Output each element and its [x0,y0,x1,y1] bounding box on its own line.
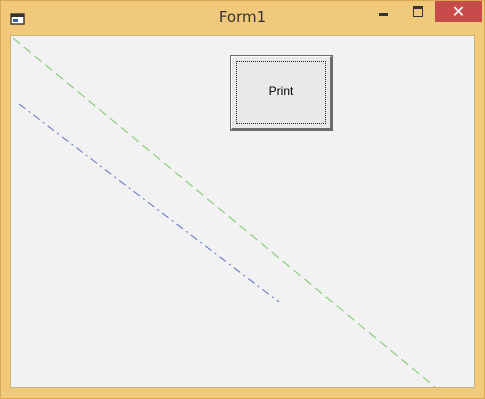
minimize-button[interactable] [368,1,398,22]
maximize-button[interactable] [403,1,433,22]
maximize-icon [413,6,423,17]
form1-window: Form1 ✕ Print [0,0,485,399]
close-icon: ✕ [451,2,466,21]
title-bar[interactable]: Form1 ✕ [1,1,484,35]
green-dashed-line [12,37,436,387]
close-button[interactable]: ✕ [435,1,482,22]
print-button[interactable]: Print [230,55,333,131]
print-button-label: Print [268,84,294,98]
form-client-area: Print [10,35,475,388]
blue-dash-dot-line [18,103,280,303]
minimize-icon [379,13,388,16]
